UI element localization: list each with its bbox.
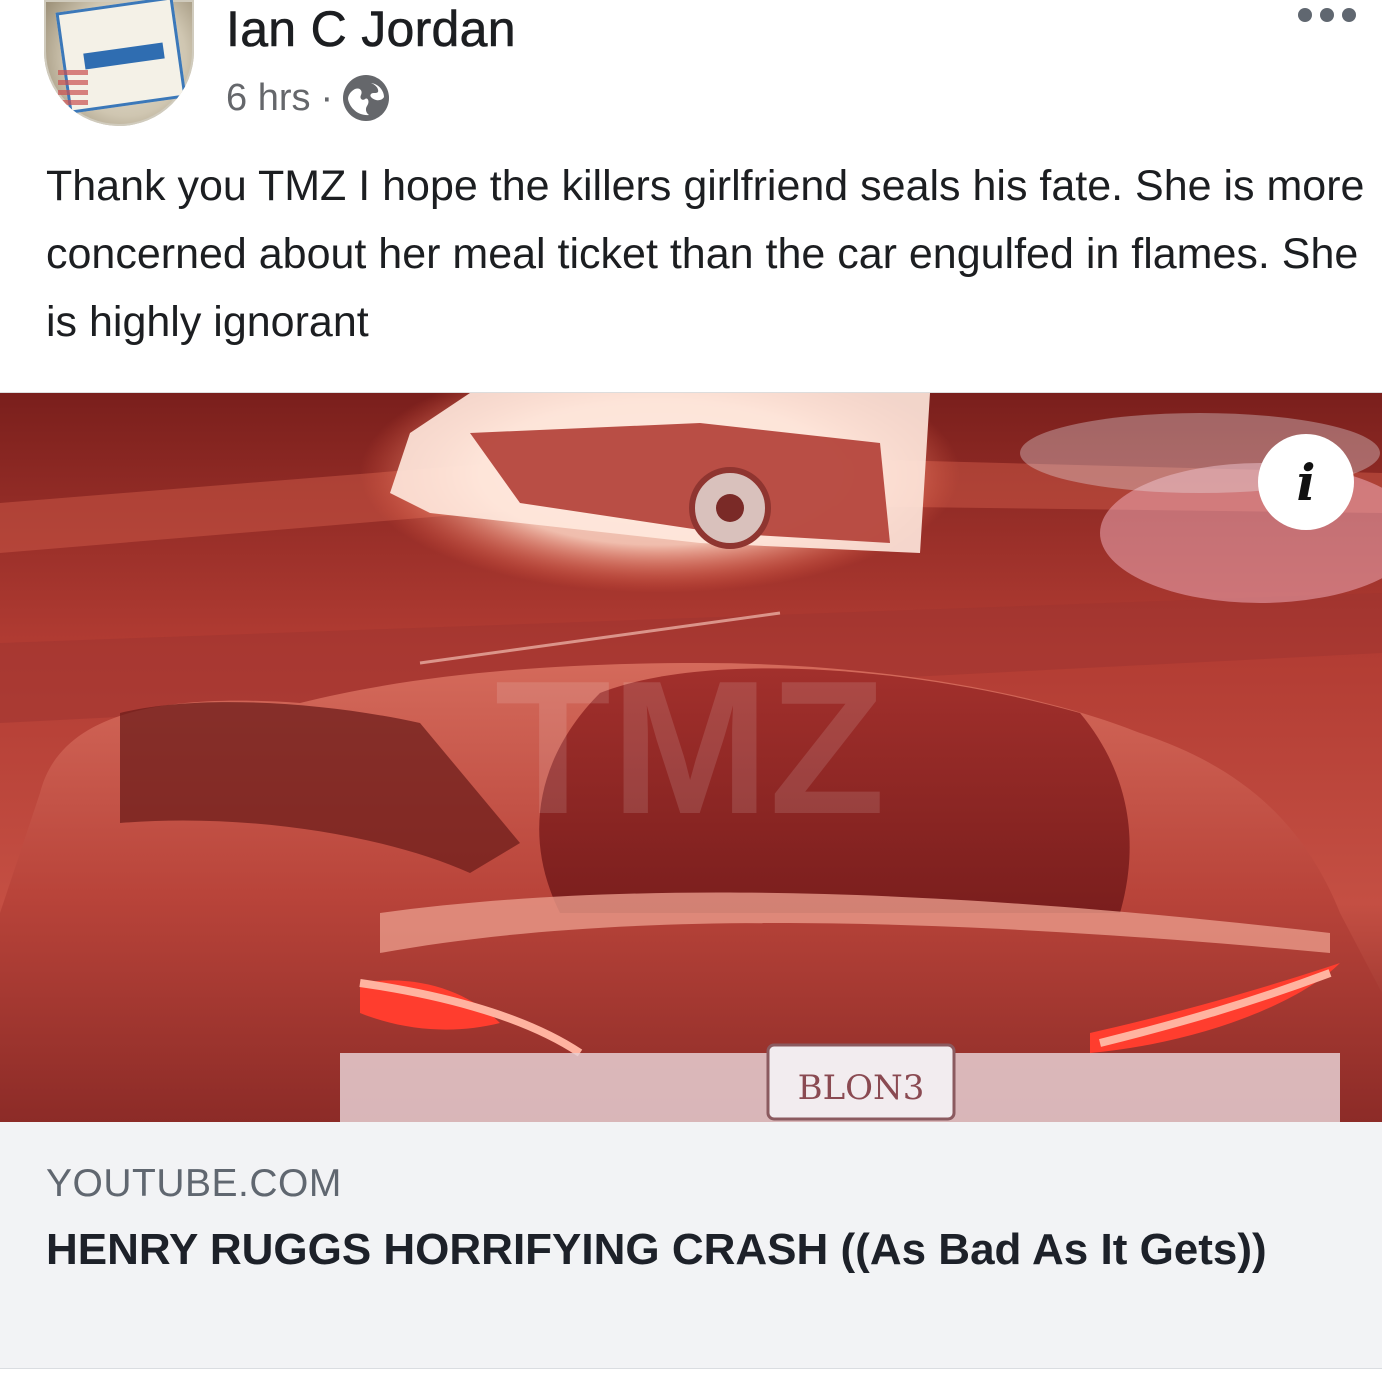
facebook-post: Ian C Jordan 6 hrs · Thank you TMZ I hop… (0, 0, 1400, 1400)
video-thumbnail[interactable]: BLON3 TMZ i (0, 392, 1382, 1123)
right-edge-strip (1382, 392, 1400, 1368)
more-options-icon[interactable] (1298, 8, 1356, 22)
author-name[interactable]: Ian C Jordan (226, 0, 516, 58)
more-dot (1320, 8, 1334, 22)
link-title[interactable]: HENRY RUGGS HORRIFYING CRASH ((As Bad As… (46, 1220, 1346, 1280)
avatar-dots-graphic (58, 70, 88, 110)
post-timestamp[interactable]: 6 hrs (226, 77, 310, 120)
more-dot (1342, 8, 1356, 22)
crash-scene-image: BLON3 TMZ (0, 393, 1382, 1123)
license-plate-text: BLON3 (798, 1068, 925, 1108)
link-preview[interactable]: YOUTUBE.COM HENRY RUGGS HORRIFYING CRASH… (0, 1122, 1382, 1369)
tmz-watermark: TMZ (495, 642, 885, 854)
globe-icon[interactable] (343, 75, 390, 121)
author-avatar[interactable] (44, 0, 194, 126)
meta-separator: · (320, 76, 334, 119)
more-dot (1298, 8, 1312, 22)
post-text: Thank you TMZ I hope the killers girlfri… (46, 162, 1365, 346)
link-domain: YOUTUBE.COM (46, 1162, 342, 1205)
post-meta: 6 hrs · (226, 72, 390, 124)
info-icon[interactable]: i (1258, 434, 1354, 530)
